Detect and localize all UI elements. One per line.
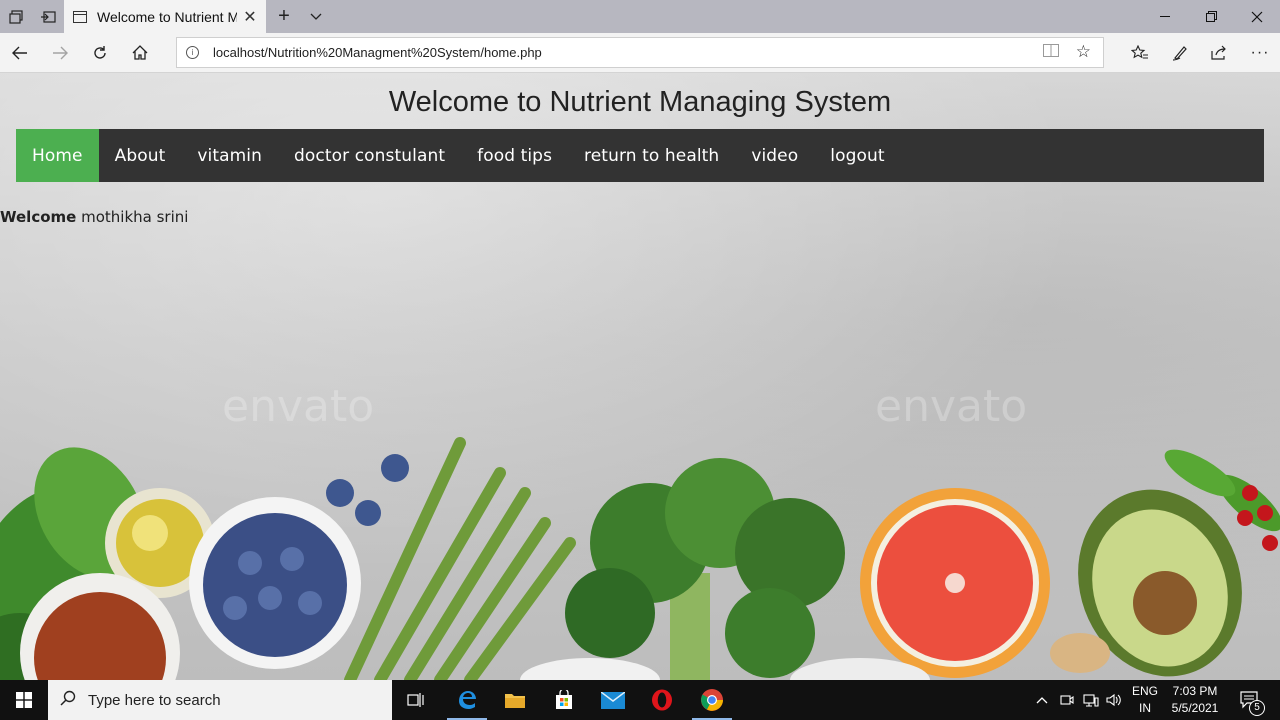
watermark-text-left: envato: [222, 381, 375, 432]
language-indicator[interactable]: ENG IN: [1128, 683, 1162, 717]
chevron-up-icon[interactable]: [1036, 692, 1048, 707]
volume-icon[interactable]: [1106, 692, 1122, 711]
welcome-label: Welcome: [0, 208, 77, 226]
pen-icon[interactable]: [1160, 33, 1200, 72]
menu-item-vitamin[interactable]: vitamin: [181, 129, 278, 182]
tab-title: Welcome to Nutrient M: [97, 8, 237, 25]
welcome-message: Welcome mothikha srini: [0, 208, 188, 226]
network-icon[interactable]: [1083, 692, 1099, 711]
page-title: Welcome to Nutrient Managing System: [388, 86, 892, 118]
menu-item-return-to-health[interactable]: return to health: [568, 129, 735, 182]
watermark-text-right: envato: [875, 381, 1028, 432]
new-tab-plus-icon[interactable]: +: [268, 0, 300, 33]
taskbar-search-box[interactable]: Type here to search: [48, 680, 392, 720]
menu-item-logout[interactable]: logout: [814, 129, 900, 182]
task-view-icon[interactable]: [392, 680, 440, 720]
search-placeholder: Type here to search: [88, 691, 221, 709]
menu-item-video[interactable]: video: [735, 129, 814, 182]
chrome-icon[interactable]: [688, 680, 736, 720]
windows-start-icon[interactable]: [0, 680, 48, 720]
user-name: mothikha srini: [81, 208, 189, 226]
clock-date: 5/5/2021: [1171, 701, 1219, 715]
edge-icon[interactable]: [443, 680, 491, 720]
forward-arrow-icon[interactable]: [40, 33, 80, 72]
language-line-2: IN: [1139, 701, 1151, 715]
browser-tab-bar: Welcome to Nutrient M ✕ +: [0, 0, 1280, 33]
refresh-icon[interactable]: [80, 33, 120, 72]
restore-icon[interactable]: [1188, 0, 1234, 33]
url-text[interactable]: localhost/Nutrition%20Managment%20System…: [213, 45, 542, 60]
opera-icon[interactable]: [638, 680, 686, 720]
taskbar: Type here to search ENG IN 7:03 PM 5/5/2…: [0, 680, 1280, 720]
tab-close-icon[interactable]: ✕: [239, 7, 261, 27]
minimize-icon[interactable]: [1142, 0, 1188, 33]
file-explorer-icon[interactable]: [491, 680, 539, 720]
share-icon[interactable]: [1199, 33, 1239, 72]
clock-time: 7:03 PM: [1172, 684, 1218, 698]
menu-item-about[interactable]: About: [99, 129, 182, 182]
site-info-icon[interactable]: i: [186, 46, 199, 59]
more-icon[interactable]: ···: [1240, 33, 1280, 72]
clock[interactable]: 7:03 PM 5/5/2021: [1166, 683, 1224, 717]
mail-icon[interactable]: [589, 680, 637, 720]
address-bar[interactable]: i localhost/Nutrition%20Managment%20Syst…: [176, 37, 1104, 68]
menu-item-home[interactable]: Home: [16, 129, 99, 182]
search-icon: [48, 690, 88, 711]
language-line-1: ENG: [1131, 684, 1158, 698]
close-icon[interactable]: [1234, 0, 1280, 33]
set-aside-tabs-icon[interactable]: [32, 0, 64, 33]
browser-tab[interactable]: Welcome to Nutrient M ✕: [64, 0, 266, 33]
back-arrow-icon[interactable]: [0, 33, 40, 72]
home-icon[interactable]: [120, 33, 160, 72]
favorites-icon[interactable]: [1120, 33, 1160, 72]
menu-item-doctor-consultant[interactable]: doctor constulant: [278, 129, 461, 182]
main-menu: Home About vitamin doctor constulant foo…: [16, 129, 1264, 182]
reading-view-icon[interactable]: [1043, 44, 1059, 60]
chevron-down-icon[interactable]: [300, 0, 332, 33]
browser-navigation-bar: i localhost/Nutrition%20Managment%20Syst…: [0, 33, 1280, 73]
menu-item-food-tips[interactable]: food tips: [461, 129, 568, 182]
notification-count-badge: 5: [1249, 700, 1265, 716]
page-icon: [73, 10, 87, 23]
tab-manager-icon[interactable]: [0, 0, 32, 33]
store-icon[interactable]: [540, 680, 588, 720]
star-icon[interactable]: ☆: [1076, 42, 1091, 62]
meet-now-icon[interactable]: [1060, 692, 1074, 711]
web-page: envato envato Welcome to Nutrient Managi…: [0, 73, 1280, 680]
